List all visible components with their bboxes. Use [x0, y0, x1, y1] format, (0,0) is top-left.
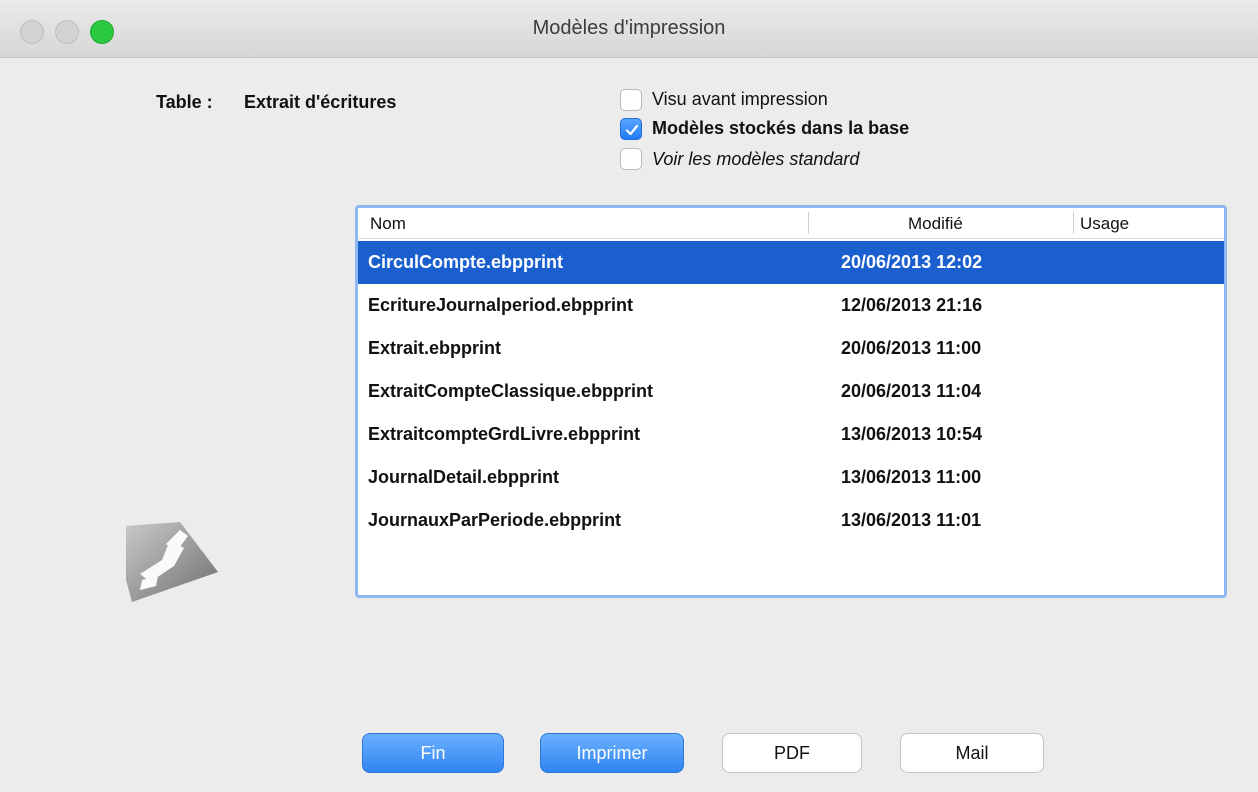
column-divider[interactable]: [808, 212, 809, 234]
list-row[interactable]: JournauxParPeriode.ebpprint 13/06/2013 1…: [358, 499, 1224, 542]
window-titlebar: Modèles d'impression: [0, 0, 1258, 58]
row-modified: 20/06/2013 11:00: [841, 338, 982, 358]
modeles-stockes-label[interactable]: Modèles stockés dans la base: [652, 118, 909, 139]
list-row[interactable]: CirculCompte.ebpprint 20/06/2013 12:02: [358, 241, 1224, 284]
column-divider[interactable]: [1073, 212, 1074, 234]
voir-modeles-standard-label[interactable]: Voir les modèles standard: [652, 149, 859, 170]
list-row[interactable]: ExtraitcompteGrdLivre.ebpprint 13/06/201…: [358, 413, 1224, 456]
row-name: ExtraitcompteGrdLivre.ebpprint: [368, 424, 641, 444]
list-row[interactable]: JournalDetail.ebpprint 13/06/2013 11:00: [358, 456, 1224, 499]
fin-button[interactable]: Fin: [362, 733, 504, 773]
row-modified: 12/06/2013 21:16: [841, 295, 983, 315]
visu-avant-impression-checkbox[interactable]: [620, 89, 642, 111]
row-name: JournauxParPeriode.ebpprint: [368, 510, 622, 530]
print-templates-list[interactable]: Nom Modifié Usage CirculCompte.ebpprint …: [355, 205, 1227, 598]
row-name: EcritureJournalperiod.ebpprint: [368, 295, 634, 315]
row-modified: 20/06/2013 11:04: [841, 381, 982, 401]
imprimer-button[interactable]: Imprimer: [540, 733, 684, 773]
list-row[interactable]: Extrait.ebpprint 20/06/2013 11:00: [358, 327, 1224, 370]
voir-modeles-standard-checkbox[interactable]: [620, 148, 642, 170]
row-name: Extrait.ebpprint: [368, 338, 502, 358]
app-logo-icon: [122, 520, 220, 609]
table-value: Extrait d'écritures: [244, 92, 397, 112]
column-header-nom[interactable]: Nom: [370, 214, 406, 234]
row-name: CirculCompte.ebpprint: [368, 252, 564, 272]
row-name: JournalDetail.ebpprint: [368, 467, 560, 487]
pdf-button[interactable]: PDF: [722, 733, 862, 773]
row-modified: 20/06/2013 12:02: [841, 252, 983, 272]
window-title: Modèles d'impression: [532, 17, 726, 39]
column-header-usage[interactable]: Usage: [1080, 214, 1129, 234]
modeles-stockes-checkbox[interactable]: [620, 118, 642, 140]
row-modified: 13/06/2013 11:00: [841, 467, 982, 487]
row-name: ExtraitCompteClassique.ebpprint: [368, 381, 654, 401]
column-header-modifie[interactable]: Modifié: [908, 214, 963, 234]
list-rows: CirculCompte.ebpprint 20/06/2013 12:02 E…: [358, 241, 1224, 542]
checkmark-icon: [625, 124, 639, 136]
mail-button[interactable]: Mail: [900, 733, 1044, 773]
row-modified: 13/06/2013 10:54: [841, 424, 983, 444]
list-header: Nom Modifié Usage: [358, 208, 1224, 239]
table-label: Table :: [156, 92, 213, 112]
list-row[interactable]: ExtraitCompteClassique.ebpprint 20/06/20…: [358, 370, 1224, 413]
row-modified: 13/06/2013 11:01: [841, 510, 982, 530]
visu-avant-impression-label[interactable]: Visu avant impression: [652, 89, 828, 110]
list-row[interactable]: EcritureJournalperiod.ebpprint 12/06/201…: [358, 284, 1224, 327]
